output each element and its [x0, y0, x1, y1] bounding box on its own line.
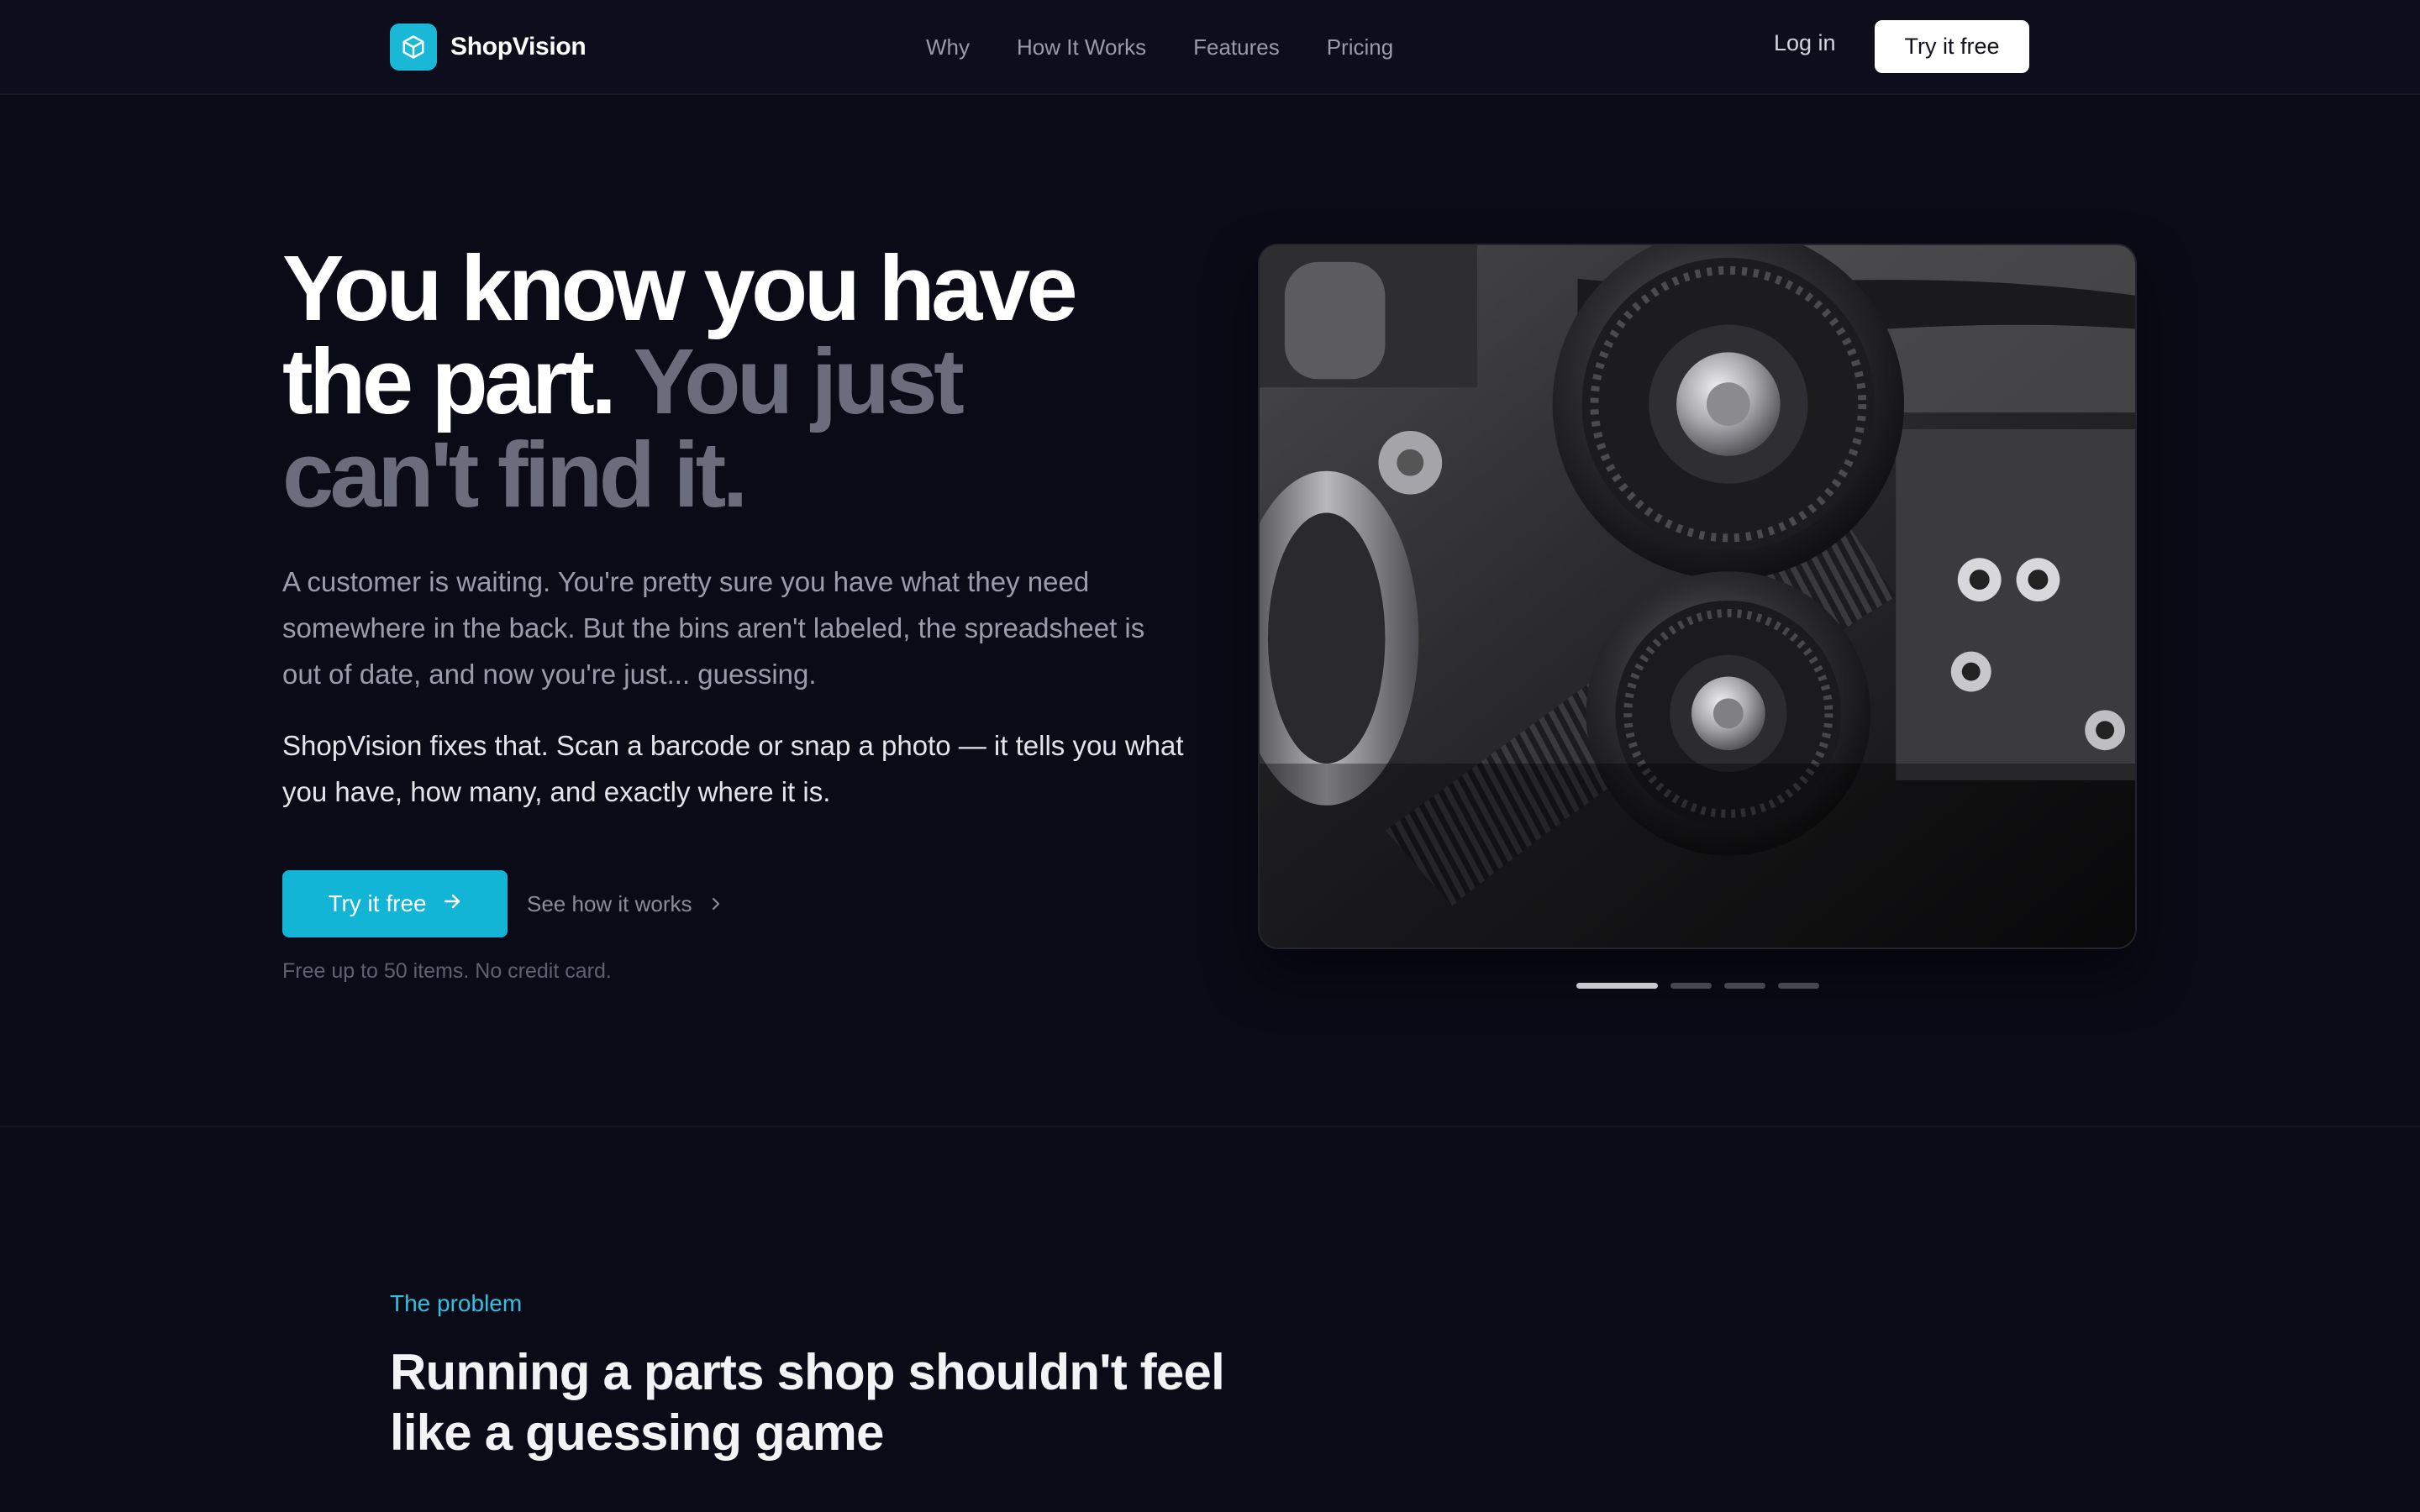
landing-page: ShopVision Why How It Works Features Pri… [0, 0, 2420, 1512]
problem-section-title: Running a parts shop shouldn't feel like… [390, 1344, 1225, 1461]
free-plan-note: Free up to 50 items. No credit card. [282, 959, 612, 983]
see-how-it-works-label: See how it works [527, 890, 692, 916]
problem-eyebrow: The problem [390, 1290, 523, 1316]
hero-solution-paragraph: ShopVision fixes that. Scan a barcode or… [282, 730, 1184, 807]
section-divider [0, 1126, 2420, 1127]
carousel-dot-2[interactable] [1670, 983, 1712, 989]
nav-links: Why How It Works Features Pricing [926, 30, 1393, 64]
hero-headline-muted-2: can't find it. [282, 423, 748, 527]
login-link[interactable]: Log in [1774, 30, 1836, 56]
hero-try-free-button[interactable]: Try it free [282, 870, 508, 937]
hero-headline-line1: You know you have [282, 237, 1078, 340]
carousel-dot-4[interactable] [1778, 983, 1819, 989]
nav-link-how-it-works[interactable]: How It Works [1017, 34, 1146, 60]
hero-headline: You know you have the part. You just can… [282, 242, 1190, 522]
see-how-it-works-link[interactable]: See how it works [527, 889, 723, 919]
nav-try-free-button[interactable]: Try it free [1875, 20, 2029, 73]
brand-name: ShopVision [450, 33, 587, 60]
engine-pulley-illustration [1260, 245, 2135, 948]
carousel-dot-3[interactable] [1724, 983, 1765, 989]
top-navigation: ShopVision Why How It Works Features Pri… [0, 0, 2420, 95]
chevron-right-icon [709, 891, 723, 917]
arrow-right-icon [442, 890, 462, 917]
hero-headline-muted-1: You just [633, 330, 965, 433]
hero-headline-strong: the part. [282, 330, 617, 433]
carousel-indicators [1576, 983, 1819, 990]
nav-link-why[interactable]: Why [926, 34, 970, 60]
nav-link-pricing[interactable]: Pricing [1327, 34, 1393, 60]
hero-product-photo [1258, 244, 2137, 949]
brand-logo-link[interactable]: ShopVision [390, 24, 587, 71]
hero-intro-paragraph: A customer is waiting. You're pretty sur… [282, 566, 1145, 690]
carousel-dot-1[interactable] [1576, 983, 1658, 989]
nav-link-features[interactable]: Features [1193, 34, 1280, 60]
hero-try-free-label: Try it free [328, 890, 427, 916]
cube-icon [390, 24, 437, 71]
